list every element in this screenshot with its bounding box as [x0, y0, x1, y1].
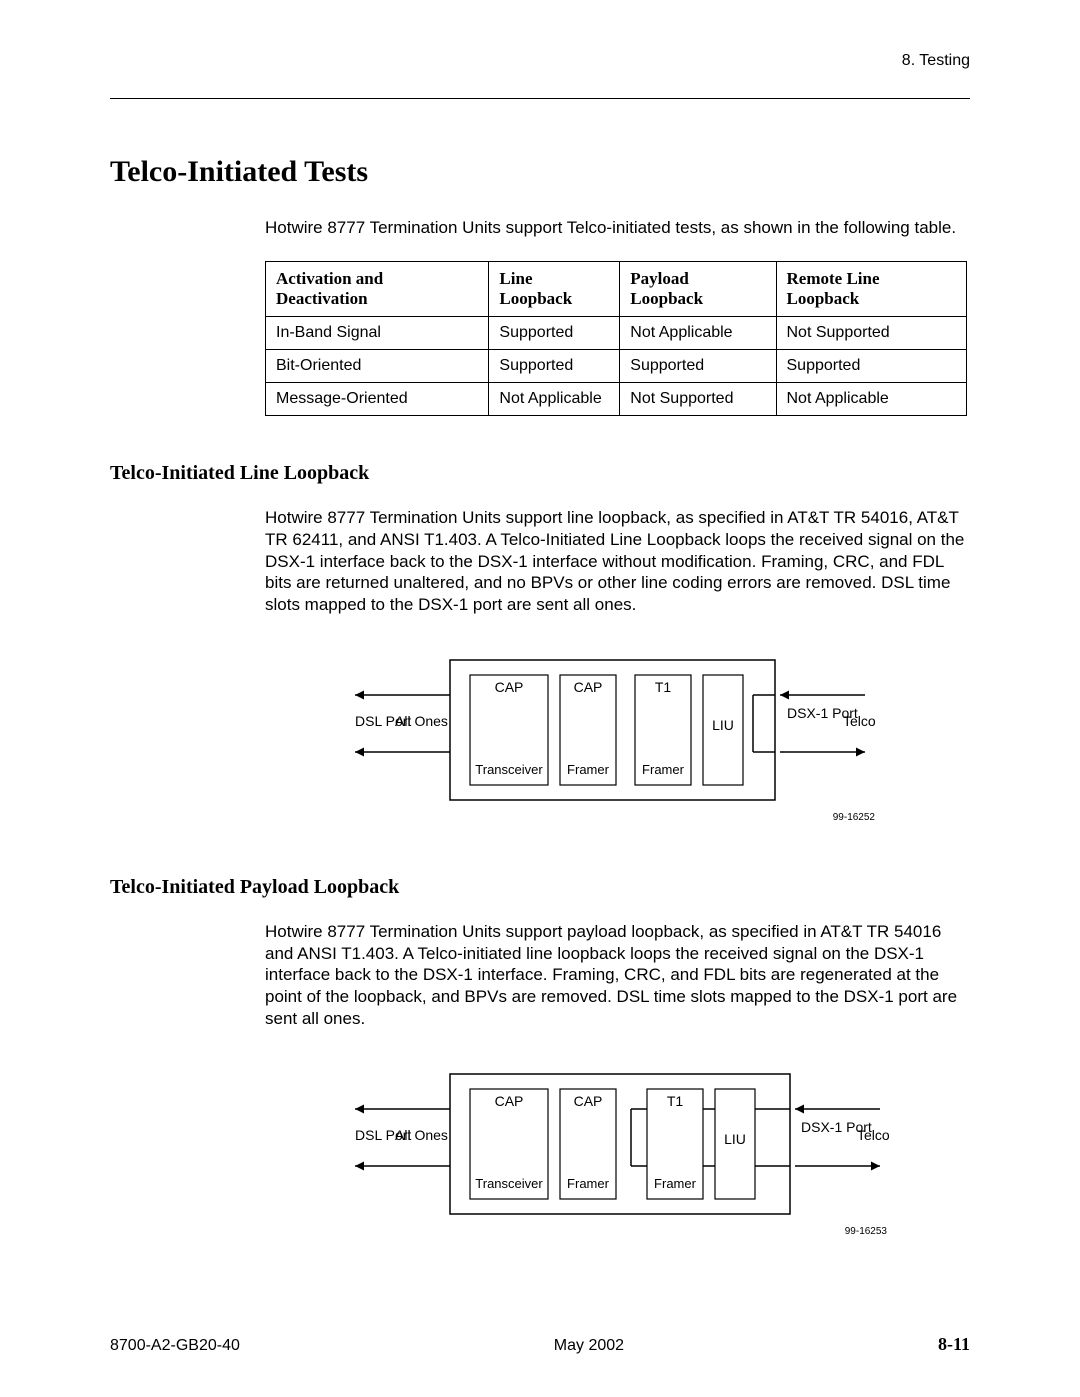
cell: Supported [489, 350, 620, 383]
table-header-row: Activation and Deactivation Line Loopbac… [266, 262, 967, 317]
col-payload-loopback: Payload Loopback [620, 262, 776, 317]
intro-paragraph: Hotwire 8777 Termination Units support T… [265, 217, 970, 239]
transceiver-label-2: Transceiver [475, 1176, 543, 1191]
section-heading-payload-loopback: Telco-Initiated Payload Loopback [110, 876, 970, 899]
section-body-line-loopback: Hotwire 8777 Termination Units support l… [265, 507, 965, 616]
footer-date: May 2002 [554, 1337, 624, 1355]
line-loopback-diagram: DSL Port All Ones CAP Transceiver CAP Fr… [265, 650, 965, 830]
footer-docid: 8700-A2-GB20-40 [110, 1337, 240, 1355]
t1-label-2: T1 [667, 1093, 684, 1109]
all-ones-label: All Ones [395, 713, 448, 729]
payload-loopback-diagram: DSL Port All Ones CAP Transceiver CAP Fr… [265, 1064, 965, 1244]
liu-label-2: LIU [724, 1131, 746, 1147]
figure-id-1: 99-16252 [833, 812, 876, 823]
section-heading-line-loopback: Telco-Initiated Line Loopback [110, 462, 970, 485]
cap-label: CAP [495, 679, 524, 695]
cap-label-3: CAP [495, 1093, 524, 1109]
footer-pageno: 8-11 [938, 1334, 970, 1355]
tests-table: Activation and Deactivation Line Loopbac… [265, 261, 967, 416]
framer-label-2: Framer [642, 762, 685, 777]
telco-label: Telco [843, 713, 876, 729]
framer-label-1: Framer [567, 762, 610, 777]
page-footer: 8700-A2-GB20-40 May 2002 8-11 [110, 1334, 970, 1355]
cap-label-2: CAP [574, 679, 603, 695]
cell: Not Supported [776, 317, 967, 350]
chapter-header: 8. Testing [110, 52, 970, 74]
col-remote-line-loopback: Remote Line Loopback [776, 262, 967, 317]
all-ones-label-2: All Ones [395, 1127, 448, 1143]
cell: Supported [776, 350, 967, 383]
cell: Supported [620, 350, 776, 383]
cell: Not Applicable [776, 383, 967, 416]
header-rule [110, 98, 970, 99]
col-line-loopback: Line Loopback [489, 262, 620, 317]
cap-label-4: CAP [574, 1093, 603, 1109]
cell: Not Applicable [489, 383, 620, 416]
cell: In-Band Signal [266, 317, 489, 350]
cell: Bit-Oriented [266, 350, 489, 383]
figure-id-2: 99-16253 [845, 1226, 888, 1237]
table-row: In-Band Signal Supported Not Applicable … [266, 317, 967, 350]
framer-label-4: Framer [654, 1176, 697, 1191]
liu-label: LIU [712, 717, 734, 733]
transceiver-label: Transceiver [475, 762, 543, 777]
table-row: Bit-Oriented Supported Supported Support… [266, 350, 967, 383]
cell: Not Supported [620, 383, 776, 416]
section-body-payload-loopback: Hotwire 8777 Termination Units support p… [265, 921, 965, 1030]
telco-label-2: Telco [857, 1127, 890, 1143]
framer-label-3: Framer [567, 1176, 610, 1191]
table-row: Message-Oriented Not Applicable Not Supp… [266, 383, 967, 416]
cell: Not Applicable [620, 317, 776, 350]
cell: Supported [489, 317, 620, 350]
cell: Message-Oriented [266, 383, 489, 416]
t1-label: T1 [655, 679, 672, 695]
page-title: Telco-Initiated Tests [110, 155, 970, 189]
col-activation: Activation and Deactivation [266, 262, 489, 317]
